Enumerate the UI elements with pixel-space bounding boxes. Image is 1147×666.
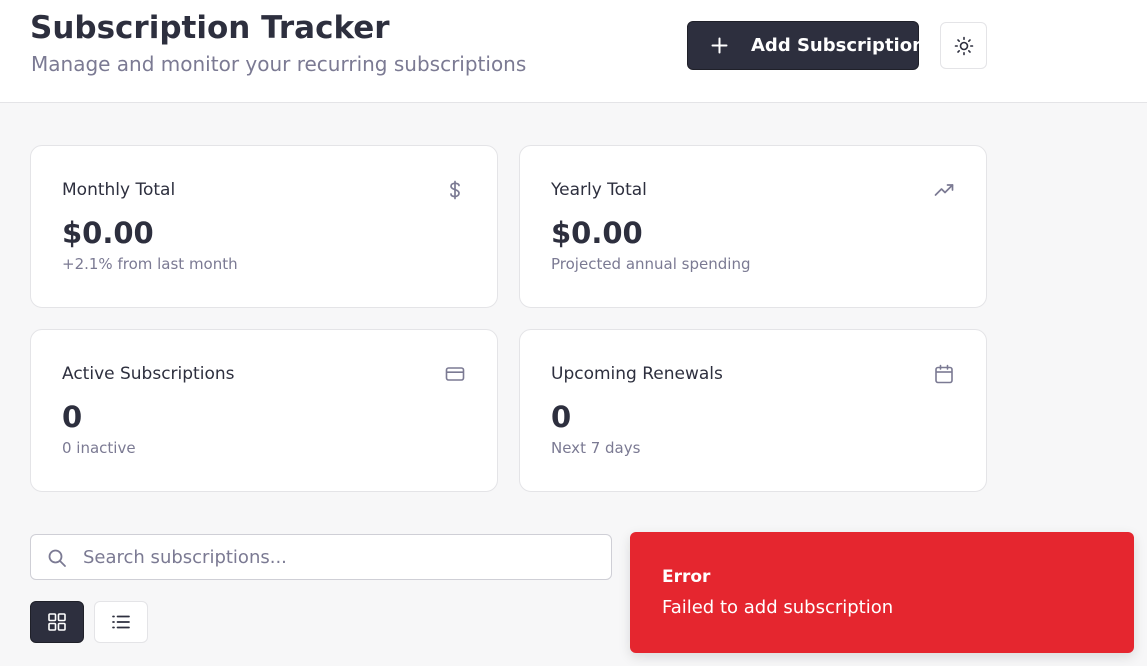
add-subscription-button[interactable]: Add Subscription [687, 21, 925, 70]
theme-toggle-button[interactable] [940, 22, 987, 69]
grid-view-button[interactable] [30, 601, 84, 643]
upcoming-renewals-card: Upcoming Renewals 0 Next 7 days [519, 329, 987, 492]
add-subscription-label: Add Subscription [751, 35, 925, 56]
card-note: +2.1% from last month [62, 255, 238, 273]
monthly-total-card: Monthly Total $0.00 +2.1% from last mont… [30, 145, 498, 308]
card-note: 0 inactive [62, 439, 136, 457]
trending-up-icon [934, 184, 954, 196]
card-title: Yearly Total [551, 180, 647, 200]
search-box [30, 534, 612, 580]
error-toast[interactable]: Error Failed to add subscription [630, 532, 1134, 653]
card-note: Next 7 days [551, 439, 641, 457]
card-value: 0 [62, 400, 83, 434]
card-title: Monthly Total [62, 180, 176, 200]
sun-icon [954, 36, 973, 55]
card-value: $0.00 [551, 216, 643, 250]
toast-title: Error [662, 567, 711, 587]
card-value: $0.00 [62, 216, 154, 250]
card-note: Projected annual spending [551, 255, 751, 273]
card-value: 0 [551, 400, 572, 434]
card-title: Upcoming Renewals [551, 364, 723, 384]
page-subtitle: Manage and monitor your recurring subscr… [31, 52, 527, 76]
active-subscriptions-card: Active Subscriptions 0 0 inactive [30, 329, 498, 492]
search-icon [48, 549, 66, 567]
search-input[interactable] [83, 535, 603, 579]
card-title: Active Subscriptions [62, 364, 235, 384]
plus-icon [711, 37, 728, 54]
credit-card-icon [445, 367, 465, 381]
dollar-icon [450, 180, 460, 200]
page-title: Subscription Tracker [30, 10, 390, 46]
list-view-button[interactable] [94, 601, 148, 643]
app-header: Subscription Tracker Manage and monitor … [0, 0, 1147, 103]
calendar-icon [935, 364, 953, 384]
yearly-total-card: Yearly Total $0.00 Projected annual spen… [519, 145, 987, 308]
list-icon [112, 615, 130, 629]
toast-message: Failed to add subscription [662, 597, 894, 618]
grid-icon [48, 613, 66, 631]
